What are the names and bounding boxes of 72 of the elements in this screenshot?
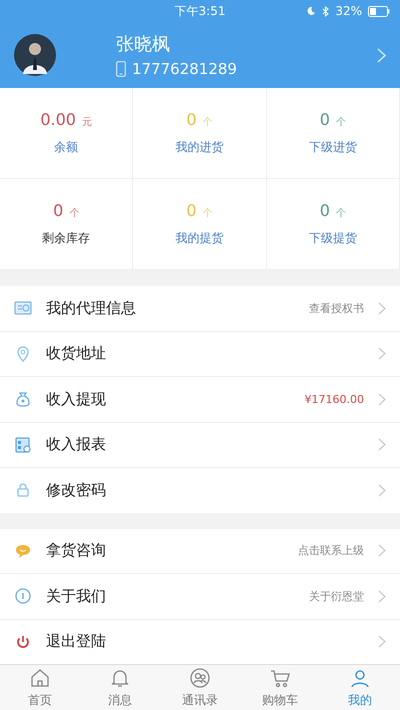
stat-value: 0 (186, 110, 197, 129)
stat-label: 我的提货 (175, 230, 224, 247)
menu-item[interactable]: 拿货咨询 点击联系上级 (0, 528, 400, 574)
chevron-icon (378, 392, 386, 406)
report-icon (14, 436, 32, 454)
tab-item[interactable]: 消息 (80, 665, 160, 710)
menu-label: 退出登陆 (46, 632, 107, 652)
stat-value: 0 (320, 110, 330, 129)
menu-label: 收入报表 (46, 435, 107, 454)
stat-unit: 个 (202, 116, 213, 129)
detail-text: 查看授权书 (309, 300, 364, 316)
stat-label: 剩余库存 (42, 230, 90, 247)
bluetooth-icon (322, 6, 330, 16)
tab-item[interactable]: 我的 (320, 665, 400, 710)
menu-item[interactable]: 收入提现 ¥17160.00 (0, 377, 400, 422)
stat-label: 我的进货 (175, 139, 224, 156)
detail-text: ¥17160.00 (304, 392, 364, 406)
chevron-icon (378, 347, 386, 360)
stat-label: 下级进货 (308, 139, 357, 156)
stat-tile[interactable]: 0 个 下级进货 (266, 88, 400, 179)
tab-item[interactable]: 首页 (0, 665, 80, 710)
battery-percent: 32% (335, 4, 362, 18)
stat-tile[interactable]: 0 个 我的提货 (133, 179, 267, 270)
detail-text: 关于衍恩堂 (309, 588, 364, 604)
stat-unit: 个 (202, 207, 213, 220)
stat-value: 0.00 (40, 110, 76, 129)
phone-number: 17776281289 (132, 60, 237, 78)
menu-item[interactable]: 收入报表 (0, 422, 400, 468)
info-icon (14, 587, 32, 606)
menu-item[interactable]: 收货地址 (0, 332, 400, 377)
user-name: 张晓枫 (116, 33, 171, 56)
stat-unit: 个 (336, 116, 346, 129)
tab-item[interactable]: 购物车 (240, 665, 320, 710)
tab-item[interactable]: 通讯录 (160, 665, 240, 710)
chevron-icon (378, 484, 386, 497)
menu-label: 拿货咨询 (46, 541, 107, 560)
battery-icon (368, 6, 390, 16)
stat-value: 0 (186, 201, 197, 220)
stat-value: 0 (53, 201, 64, 220)
menu-item[interactable]: 我的代理信息 查看授权书 (0, 286, 400, 332)
contacts-icon (189, 666, 211, 688)
menu-item[interactable]: 关于我们 关于衍恩堂 (0, 574, 400, 620)
stat-tile[interactable]: 0 个 下级提货 (266, 179, 400, 270)
menu-label: 关于我们 (46, 586, 107, 606)
menu-item[interactable]: 退出登陆 (0, 620, 400, 664)
money-bag-icon (14, 390, 32, 408)
avatar[interactable] (14, 34, 56, 76)
stat-unit: 个 (336, 207, 346, 220)
chevron-icon (378, 302, 386, 315)
stat-tile[interactable]: 0.00 元 余额 (0, 88, 134, 179)
detail-text: 点击联系上级 (298, 543, 364, 558)
menu-label: 收货地址 (46, 344, 107, 364)
stat-unit: 个 (69, 207, 80, 220)
moon-icon (306, 6, 316, 16)
stat-value: 0 (320, 201, 330, 220)
status-time: 下午3:51 (174, 2, 226, 20)
menu-item[interactable]: 修改密码 (0, 468, 400, 512)
menu-label: 我的代理信息 (46, 298, 137, 318)
stat-label: 余额 (54, 139, 78, 156)
menu-label: 收入提现 (46, 390, 107, 409)
stat-tile[interactable]: 0 个 我的进货 (133, 88, 267, 179)
home-icon (29, 666, 51, 688)
stat-label: 下级提货 (308, 230, 357, 247)
chevron-icon (378, 635, 386, 648)
chevron-icon (378, 544, 386, 558)
card-icon (14, 299, 32, 318)
menu-label: 修改密码 (46, 480, 107, 500)
chevron-icon (378, 590, 386, 603)
phone-icon (116, 61, 126, 77)
stat-unit: 元 (82, 116, 92, 129)
stat-tile[interactable]: 0 个 剩余库存 (0, 179, 134, 270)
chevron-icon (378, 438, 386, 452)
